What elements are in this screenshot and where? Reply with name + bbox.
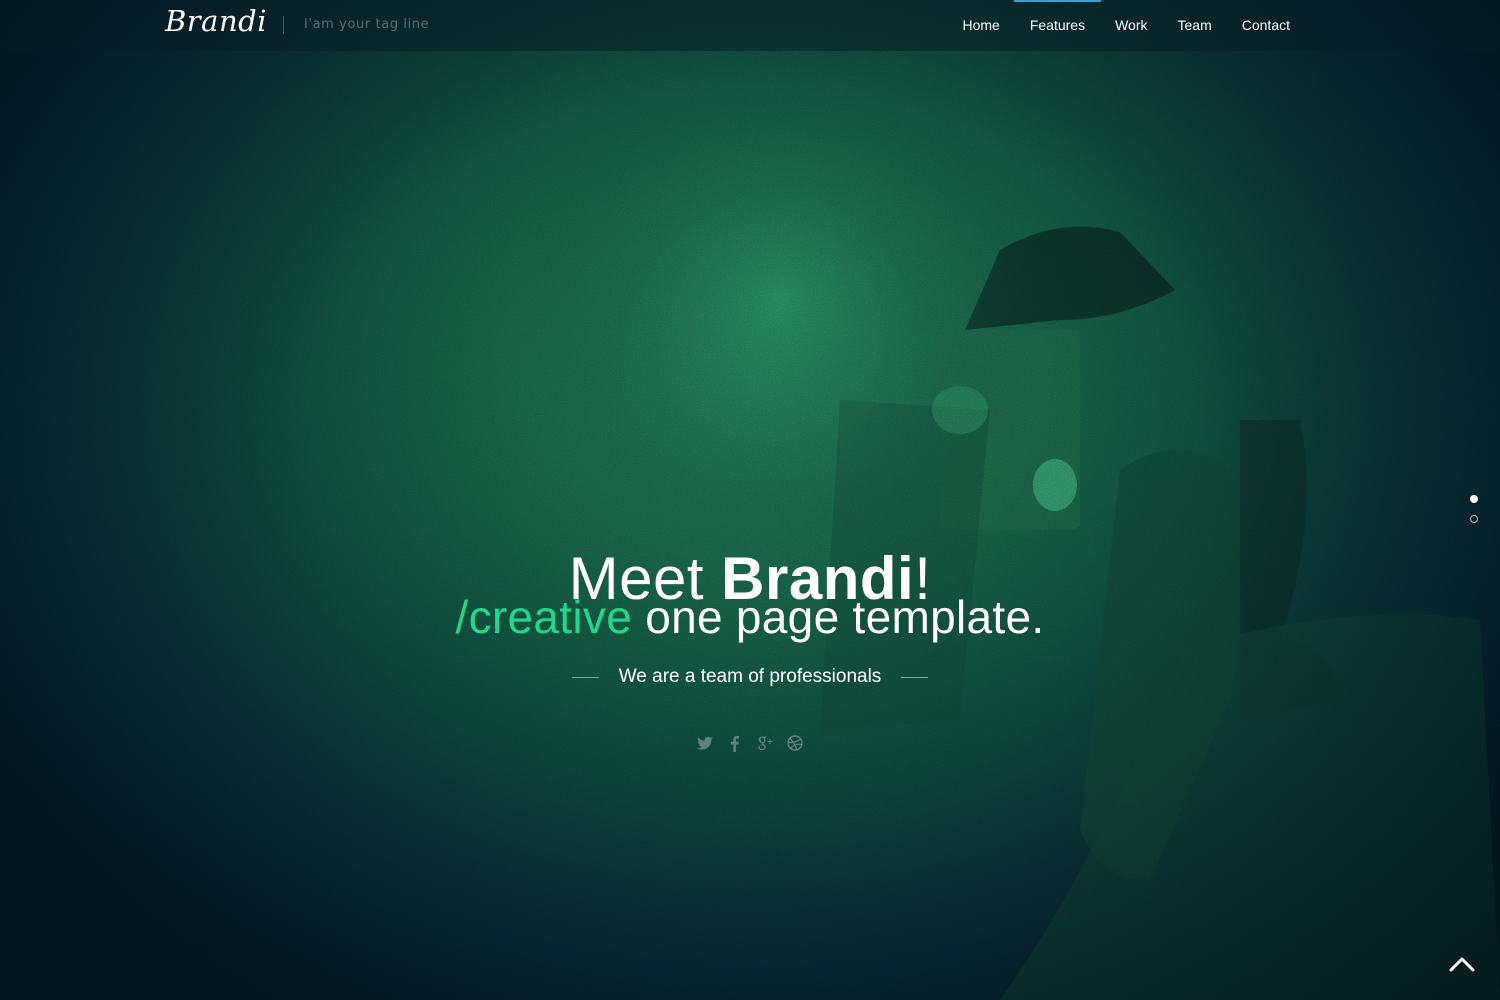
film-grain-overlay: [0, 0, 1500, 1000]
brand-logo[interactable]: Brandi: [165, 4, 267, 38]
hero-tagline: We are a team of professionals: [618, 666, 882, 687]
twitter-icon[interactable]: [696, 733, 714, 753]
nav-item-contact[interactable]: Contact: [1227, 0, 1305, 51]
tagline-left-dash: [571, 676, 599, 678]
google-plus-icon[interactable]: [756, 733, 774, 753]
hero-subtitle-accent: /creative: [455, 591, 633, 643]
main-nav: Home Features Work Team Contact: [947, 0, 1305, 51]
dribbble-icon[interactable]: [786, 733, 804, 753]
hero-content: Meet Brandi! /creative one page template…: [0, 542, 1500, 688]
nav-item-features[interactable]: Features: [1013, 0, 1102, 51]
hero-subtitle: /creative one page template.: [0, 588, 1500, 646]
brand-tagline: I'am your tag line: [304, 17, 430, 32]
facebook-icon[interactable]: [726, 733, 744, 753]
hero-section: Brandi I'am your tag line Home Features …: [0, 0, 1500, 1000]
slider-dot-2[interactable]: [1470, 515, 1478, 523]
nav-item-work[interactable]: Work: [1100, 0, 1162, 51]
hero-tagline-row: We are a team of professionals: [0, 666, 1500, 688]
back-to-top-chevron-up-icon[interactable]: [1448, 954, 1476, 974]
site-header: Brandi I'am your tag line Home Features …: [0, 0, 1500, 51]
social-links: [0, 733, 1500, 753]
nav-item-home[interactable]: Home: [947, 0, 1014, 51]
logo-divider: [283, 16, 284, 34]
nav-item-team[interactable]: Team: [1163, 0, 1227, 51]
slider-dot-1[interactable]: [1470, 495, 1478, 503]
slider-pagination: [1470, 495, 1478, 535]
tagline-right-dash: [901, 676, 929, 678]
hero-subtitle-rest: one page template.: [632, 591, 1045, 643]
